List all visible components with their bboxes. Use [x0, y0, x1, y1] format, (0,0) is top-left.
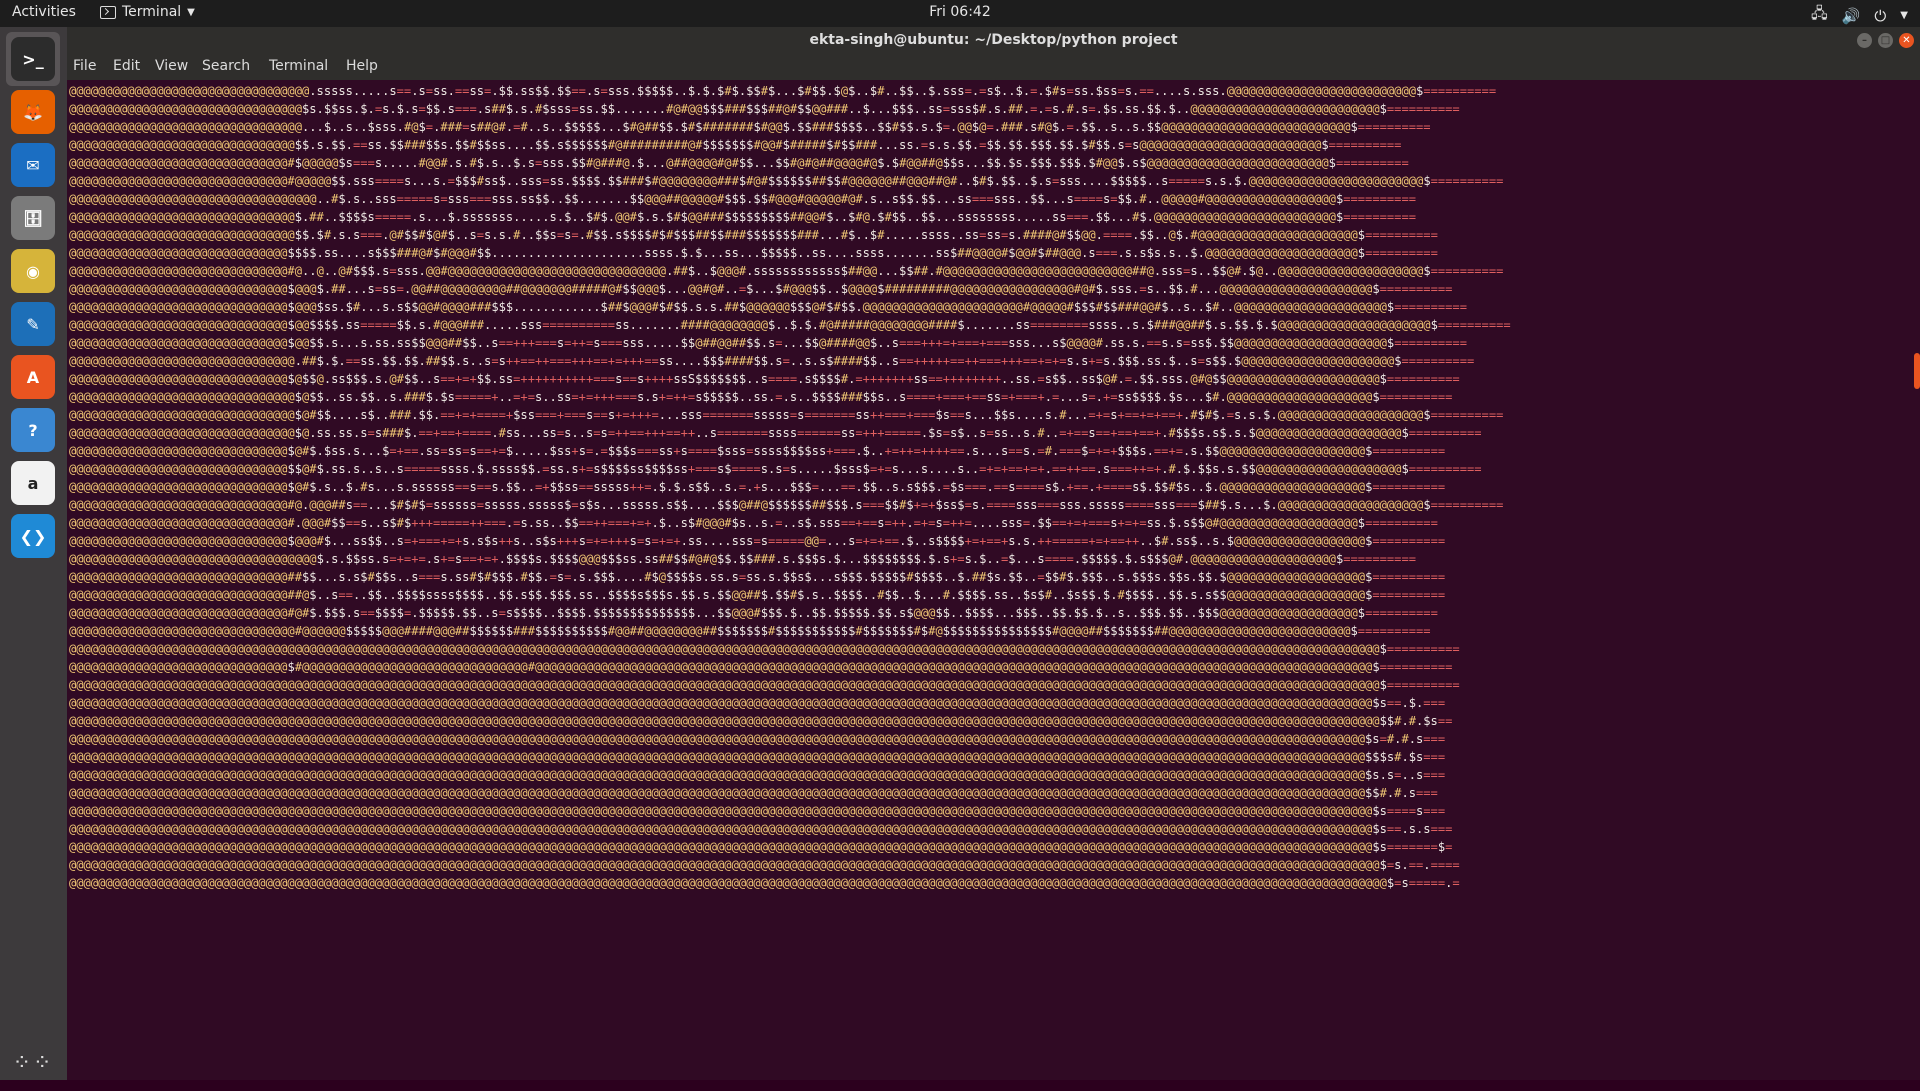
menu-view[interactable]: View: [155, 58, 188, 74]
dock-item-help[interactable]: ?: [6, 403, 60, 457]
thunderbird-icon: ✉: [11, 143, 55, 187]
dock-item-vscode[interactable]: ❮❯: [6, 509, 60, 563]
ascii-art-output: @@@@@@@@@@@@@@@@@@@@@@@@@@@@@@@@@.sssss.…: [69, 84, 1511, 890]
volume-icon[interactable]: 🔊: [1842, 7, 1861, 25]
dock-item-ubuntu-software[interactable]: A: [6, 350, 60, 404]
maximize-button[interactable]: □: [1878, 33, 1893, 48]
window-titlebar[interactable]: ekta-singh@ubuntu: ~/Desktop/python proj…: [67, 27, 1920, 54]
dock-item-firefox[interactable]: 🦊: [6, 85, 60, 139]
show-applications-button[interactable]: ⁘⁘: [6, 1037, 60, 1091]
menu-search[interactable]: Search: [202, 58, 250, 74]
menu-terminal[interactable]: Terminal: [269, 58, 328, 74]
dock: >_ 🦊 ✉ 🗄 ◉ ✎ A? a ❮❯ ⁘⁘: [0, 27, 67, 1080]
terminal-output[interactable]: @@@@@@@@@@@@@@@@@@@@@@@@@@@@@@@@@.sssss.…: [67, 80, 1920, 1080]
menu-bar: File Edit View Search Terminal Help: [67, 54, 1920, 80]
dock-item-files[interactable]: 🗄: [6, 191, 60, 245]
amazon-icon: a: [11, 461, 55, 505]
minimize-button[interactable]: –: [1857, 33, 1872, 48]
dock-item-thunderbird[interactable]: ✉: [6, 138, 60, 192]
close-button[interactable]: ✕: [1899, 33, 1914, 48]
menu-file[interactable]: File: [73, 58, 96, 74]
clock[interactable]: Fri 06:42: [0, 4, 1920, 20]
firefox-icon: 🦊: [11, 90, 55, 134]
network-icon[interactable]: 🖧: [1811, 3, 1828, 28]
ubuntu-software-icon: A: [11, 355, 55, 399]
dock-item-rhythmbox[interactable]: ◉: [6, 244, 60, 298]
vscode-icon: ❮❯: [11, 514, 55, 558]
dock-item-amazon[interactable]: a: [6, 456, 60, 510]
window-title: ekta-singh@ubuntu: ~/Desktop/python proj…: [809, 32, 1178, 48]
dock-item-libreoffice-writer[interactable]: ✎: [6, 297, 60, 351]
system-tray[interactable]: 🖧 🔊 ⏻ ▼: [1811, 3, 1908, 28]
dock-item-terminal[interactable]: >_: [6, 32, 60, 86]
terminal-icon: >_: [11, 37, 55, 81]
chevron-down-icon[interactable]: ▼: [1900, 10, 1908, 21]
top-bar: Activities Terminal ▼ Fri 06:42 🖧 🔊 ⏻ ▼: [0, 0, 1920, 27]
menu-edit[interactable]: Edit: [113, 58, 140, 74]
libreoffice-writer-icon: ✎: [11, 302, 55, 346]
rhythmbox-icon: ◉: [11, 249, 55, 293]
scrollbar-thumb[interactable]: [1914, 353, 1920, 389]
power-icon[interactable]: ⏻: [1874, 7, 1886, 25]
files-icon: 🗄: [11, 196, 55, 240]
help-icon: ?: [11, 408, 55, 452]
app-grid-icon: ⁘⁘: [12, 1051, 54, 1076]
menu-help[interactable]: Help: [346, 58, 378, 74]
